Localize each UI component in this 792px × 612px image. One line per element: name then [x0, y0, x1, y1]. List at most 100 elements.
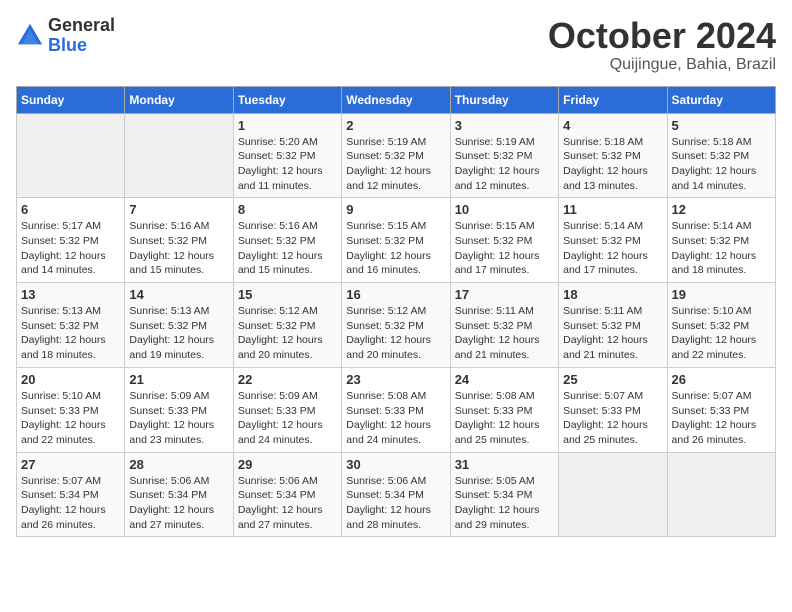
- day-number: 10: [455, 202, 554, 217]
- day-detail: Sunrise: 5:08 AMSunset: 5:33 PMDaylight:…: [346, 389, 445, 448]
- day-number: 7: [129, 202, 228, 217]
- day-detail: Sunrise: 5:16 AMSunset: 5:32 PMDaylight:…: [238, 219, 337, 278]
- day-detail: Sunrise: 5:06 AMSunset: 5:34 PMDaylight:…: [129, 474, 228, 533]
- day-number: 17: [455, 287, 554, 302]
- calendar-cell: 21 Sunrise: 5:09 AMSunset: 5:33 PMDayligh…: [125, 367, 233, 452]
- day-number: 4: [563, 118, 662, 133]
- calendar-cell: [559, 452, 667, 537]
- calendar-cell: 17 Sunrise: 5:11 AMSunset: 5:32 PMDayligh…: [450, 283, 558, 368]
- day-detail: Sunrise: 5:17 AMSunset: 5:32 PMDaylight:…: [21, 219, 120, 278]
- calendar-week-row: 27 Sunrise: 5:07 AMSunset: 5:34 PMDayligh…: [17, 452, 776, 537]
- calendar-cell: [17, 113, 125, 198]
- day-number: 11: [563, 202, 662, 217]
- day-number: 25: [563, 372, 662, 387]
- day-detail: Sunrise: 5:11 AMSunset: 5:32 PMDaylight:…: [455, 304, 554, 363]
- calendar-cell: 5Sunrise: 5:18 AMSunset: 5:32 PMDaylight…: [667, 113, 775, 198]
- calendar-cell: 18 Sunrise: 5:11 AMSunset: 5:32 PMDayligh…: [559, 283, 667, 368]
- day-detail: Sunrise: 5:05 AMSunset: 5:34 PMDaylight:…: [455, 474, 554, 533]
- day-detail: Sunrise: 5:14 AMSunset: 5:32 PMDaylight:…: [672, 219, 771, 278]
- calendar-cell: 27 Sunrise: 5:07 AMSunset: 5:34 PMDayligh…: [17, 452, 125, 537]
- calendar-cell: 28 Sunrise: 5:06 AMSunset: 5:34 PMDayligh…: [125, 452, 233, 537]
- calendar-header: SundayMondayTuesdayWednesdayThursdayFrid…: [17, 86, 776, 113]
- calendar-cell: 19Sunrise: 5:10 AMSunset: 5:32 PMDayligh…: [667, 283, 775, 368]
- logo-blue-text: Blue: [48, 35, 87, 55]
- calendar-week-row: 20 Sunrise: 5:10 AMSunset: 5:33 PMDayligh…: [17, 367, 776, 452]
- calendar-cell: 20 Sunrise: 5:10 AMSunset: 5:33 PMDayligh…: [17, 367, 125, 452]
- weekday-header: Thursday: [450, 86, 558, 113]
- calendar-cell: 16Sunrise: 5:12 AMSunset: 5:32 PMDayligh…: [342, 283, 450, 368]
- weekday-header: Monday: [125, 86, 233, 113]
- day-detail: Sunrise: 5:12 AMSunset: 5:32 PMDaylight:…: [346, 304, 445, 363]
- calendar-cell: 26 Sunrise: 5:07 AMSunset: 5:33 PMDayligh…: [667, 367, 775, 452]
- day-number: 18: [563, 287, 662, 302]
- calendar-cell: [667, 452, 775, 537]
- day-number: 2: [346, 118, 445, 133]
- day-detail: Sunrise: 5:20 AMSunset: 5:32 PMDaylight:…: [238, 135, 337, 194]
- calendar-cell: 10 Sunrise: 5:15 AMSunset: 5:32 PMDayligh…: [450, 198, 558, 283]
- day-number: 27: [21, 457, 120, 472]
- calendar-cell: [125, 113, 233, 198]
- day-detail: Sunrise: 5:19 AMSunset: 5:32 PMDaylight:…: [455, 135, 554, 194]
- calendar-cell: 1 Sunrise: 5:20 AMSunset: 5:32 PMDaylight…: [233, 113, 341, 198]
- day-number: 15: [238, 287, 337, 302]
- day-number: 22: [238, 372, 337, 387]
- calendar-cell: 13Sunrise: 5:13 AMSunset: 5:32 PMDayligh…: [17, 283, 125, 368]
- calendar-cell: 14Sunrise: 5:13 AMSunset: 5:32 PMDayligh…: [125, 283, 233, 368]
- day-detail: Sunrise: 5:11 AMSunset: 5:32 PMDaylight:…: [563, 304, 662, 363]
- day-detail: Sunrise: 5:12 AMSunset: 5:32 PMDaylight:…: [238, 304, 337, 363]
- weekday-header: Wednesday: [342, 86, 450, 113]
- day-number: 29: [238, 457, 337, 472]
- day-number: 24: [455, 372, 554, 387]
- weekday-header: Saturday: [667, 86, 775, 113]
- calendar-cell: 22 Sunrise: 5:09 AMSunset: 5:33 PMDayligh…: [233, 367, 341, 452]
- day-number: 5: [672, 118, 771, 133]
- day-detail: Sunrise: 5:10 AMSunset: 5:33 PMDaylight:…: [21, 389, 120, 448]
- day-number: 28: [129, 457, 228, 472]
- day-detail: Sunrise: 5:19 AMSunset: 5:32 PMDaylight:…: [346, 135, 445, 194]
- day-number: 12: [672, 202, 771, 217]
- calendar-cell: 2 Sunrise: 5:19 AMSunset: 5:32 PMDaylight…: [342, 113, 450, 198]
- calendar-week-row: 6 Sunrise: 5:17 AMSunset: 5:32 PMDaylight…: [17, 198, 776, 283]
- day-number: 21: [129, 372, 228, 387]
- day-number: 26: [672, 372, 771, 387]
- day-number: 23: [346, 372, 445, 387]
- day-number: 6: [21, 202, 120, 217]
- day-detail: Sunrise: 5:09 AMSunset: 5:33 PMDaylight:…: [238, 389, 337, 448]
- logo-general-text: General: [48, 15, 115, 35]
- day-number: 20: [21, 372, 120, 387]
- location-subtitle: Quijingue, Bahia, Brazil: [548, 56, 776, 74]
- day-detail: Sunrise: 5:07 AMSunset: 5:33 PMDaylight:…: [563, 389, 662, 448]
- day-detail: Sunrise: 5:07 AMSunset: 5:34 PMDaylight:…: [21, 474, 120, 533]
- day-number: 30: [346, 457, 445, 472]
- day-number: 3: [455, 118, 554, 133]
- day-number: 19: [672, 287, 771, 302]
- title-block: October 2024 Quijingue, Bahia, Brazil: [548, 16, 776, 74]
- calendar-cell: 3 Sunrise: 5:19 AMSunset: 5:32 PMDaylight…: [450, 113, 558, 198]
- weekday-header: Sunday: [17, 86, 125, 113]
- day-detail: Sunrise: 5:14 AMSunset: 5:32 PMDaylight:…: [563, 219, 662, 278]
- calendar-cell: 12 Sunrise: 5:14 AMSunset: 5:32 PMDayligh…: [667, 198, 775, 283]
- calendar-cell: 15 Sunrise: 5:12 AMSunset: 5:32 PMDayligh…: [233, 283, 341, 368]
- calendar-cell: 25 Sunrise: 5:07 AMSunset: 5:33 PMDayligh…: [559, 367, 667, 452]
- day-detail: Sunrise: 5:07 AMSunset: 5:33 PMDaylight:…: [672, 389, 771, 448]
- calendar-cell: 31 Sunrise: 5:05 AMSunset: 5:34 PMDayligh…: [450, 452, 558, 537]
- weekday-row: SundayMondayTuesdayWednesdayThursdayFrid…: [17, 86, 776, 113]
- month-title: October 2024: [548, 16, 776, 56]
- day-detail: Sunrise: 5:06 AMSunset: 5:34 PMDaylight:…: [238, 474, 337, 533]
- day-detail: Sunrise: 5:09 AMSunset: 5:33 PMDaylight:…: [129, 389, 228, 448]
- weekday-header: Tuesday: [233, 86, 341, 113]
- calendar-cell: 8Sunrise: 5:16 AMSunset: 5:32 PMDaylight…: [233, 198, 341, 283]
- calendar-table: SundayMondayTuesdayWednesdayThursdayFrid…: [16, 86, 776, 538]
- day-detail: Sunrise: 5:15 AMSunset: 5:32 PMDaylight:…: [455, 219, 554, 278]
- calendar-week-row: 13Sunrise: 5:13 AMSunset: 5:32 PMDayligh…: [17, 283, 776, 368]
- day-detail: Sunrise: 5:16 AMSunset: 5:32 PMDaylight:…: [129, 219, 228, 278]
- calendar-cell: 29 Sunrise: 5:06 AMSunset: 5:34 PMDayligh…: [233, 452, 341, 537]
- calendar-cell: 6 Sunrise: 5:17 AMSunset: 5:32 PMDaylight…: [17, 198, 125, 283]
- day-number: 31: [455, 457, 554, 472]
- calendar-cell: 24 Sunrise: 5:08 AMSunset: 5:33 PMDayligh…: [450, 367, 558, 452]
- day-detail: Sunrise: 5:08 AMSunset: 5:33 PMDaylight:…: [455, 389, 554, 448]
- day-detail: Sunrise: 5:13 AMSunset: 5:32 PMDaylight:…: [21, 304, 120, 363]
- day-detail: Sunrise: 5:06 AMSunset: 5:34 PMDaylight:…: [346, 474, 445, 533]
- day-number: 1: [238, 118, 337, 133]
- day-number: 14: [129, 287, 228, 302]
